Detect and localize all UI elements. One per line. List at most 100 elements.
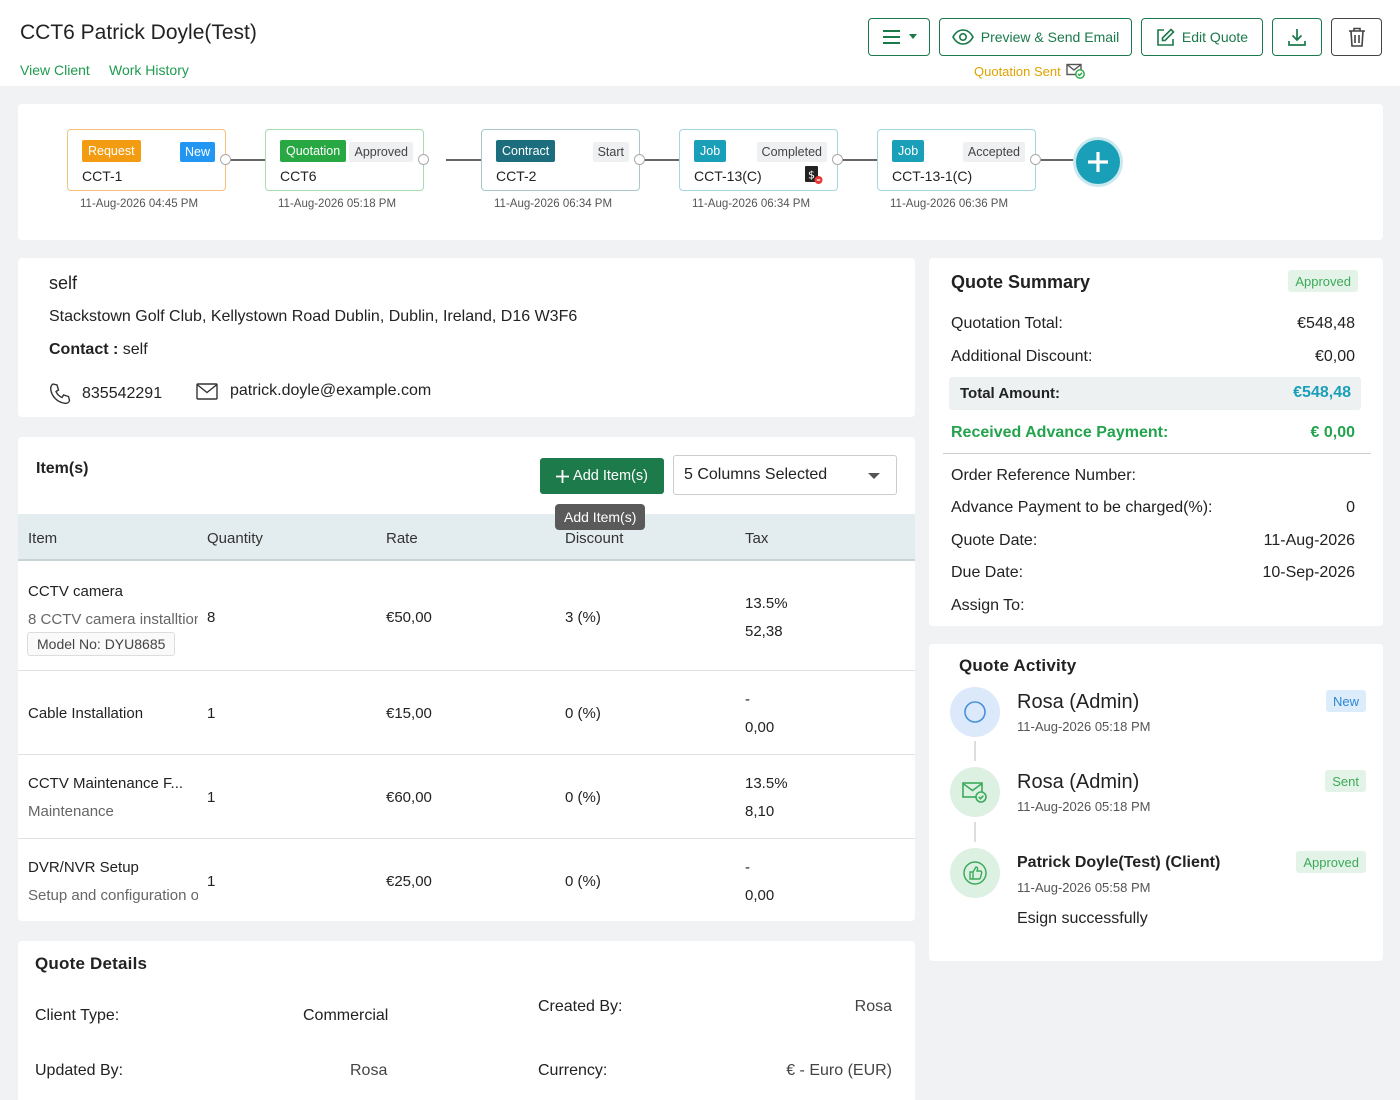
stage-quotation[interactable]: Quotation Approved CCT6 — [265, 129, 429, 191]
table-row[interactable]: CCTV Maintenance F... Maintenance 1 €60,… — [18, 755, 915, 839]
quotation-sent-status: Quotation Sent — [974, 63, 1085, 79]
table-row[interactable]: CCTV camera 8 CCTV camera installtion Mo… — [18, 563, 915, 671]
caret-down-icon — [868, 473, 880, 479]
table-row[interactable]: Cable Installation 1 €15,00 0 (%) - 0,00 — [18, 671, 915, 755]
quotation-sent-label: Quotation Sent — [974, 63, 1061, 79]
stage-date: 11-Aug-2026 06:34 PM — [692, 198, 811, 210]
currency-value: € - Euro (EUR) — [786, 1062, 892, 1079]
updated-by-value: Rosa — [350, 1062, 388, 1079]
stage-request[interactable]: Request New CCT-1 — [67, 129, 231, 191]
item-discount: 0 (%) — [565, 789, 601, 806]
stage-code: CCT-1 — [82, 168, 123, 184]
work-history-link[interactable]: Work History — [109, 62, 189, 78]
download-icon — [1288, 29, 1306, 46]
stage-job-accepted[interactable]: Job Accepted CCT-13-1(C) — [877, 129, 1041, 191]
page-header: CCT6 Patrick Doyle(Test) View Client Wor… — [0, 0, 1400, 86]
trash-icon — [1348, 27, 1365, 47]
download-button[interactable] — [1272, 18, 1322, 56]
additional-discount-label: Additional Discount: — [951, 348, 1093, 365]
column-header-item: Item — [28, 530, 58, 547]
quote-activity-title: Quote Activity — [959, 656, 1077, 675]
client-phone[interactable]: 835542291 — [48, 382, 162, 406]
timeline-connector — [842, 159, 879, 161]
workflow-timeline: Request New CCT-1 11-Aug-2026 04:45 PM Q… — [18, 104, 1383, 240]
edit-quote-button[interactable]: Edit Quote — [1141, 18, 1263, 56]
add-items-button[interactable]: Add Item(s) — [540, 458, 664, 494]
stage-date: 11-Aug-2026 04:45 PM — [80, 198, 199, 210]
mail-check-icon — [962, 782, 987, 803]
status-badge: Approved — [1288, 270, 1358, 292]
quote-details-card: Quote Details Client Type: Commercial Cr… — [18, 941, 915, 1100]
stage-contract[interactable]: Contract Start CCT-2 — [481, 129, 645, 191]
preview-send-email-button[interactable]: Preview & Send Email — [939, 18, 1132, 56]
quote-details-title: Quote Details — [35, 954, 148, 973]
thumbs-up-icon — [963, 861, 987, 885]
stage-connector-dot — [220, 154, 231, 165]
item-tax-amount: 8,10 — [745, 803, 775, 820]
activity-note: Esign successfully — [1017, 910, 1148, 927]
contact-value: self — [118, 341, 148, 358]
additional-discount-value: €0,00 — [1314, 348, 1355, 365]
stage-tag: Job — [892, 140, 925, 162]
client-info-card: self Stackstown Golf Club, Kellystown Ro… — [18, 258, 915, 417]
quotation-total-value: €548,48 — [1297, 315, 1355, 332]
stage-job-completed[interactable]: Job Completed CCT-13(C) $ — [679, 129, 843, 191]
activity-new-circle — [950, 687, 1000, 737]
stage-date: 11-Aug-2026 05:18 PM — [278, 198, 397, 210]
stage-code: CCT-2 — [496, 168, 537, 184]
activity-badge-approved: Approved — [1296, 851, 1366, 873]
activity-time: 11-Aug-2026 05:58 PM — [1017, 880, 1151, 895]
activity-sent-circle — [950, 767, 1000, 817]
edit-icon — [1157, 27, 1175, 46]
columns-select[interactable]: 5 Columns Selected — [673, 455, 897, 495]
stage-connector-dot — [832, 154, 843, 165]
client-phone-number: 835542291 — [82, 385, 163, 402]
add-items-label: Add Item(s) — [573, 468, 648, 484]
item-tax-amount: 52,38 — [745, 623, 783, 640]
item-tax-rate: - — [745, 691, 750, 708]
quote-date-label: Quote Date: — [951, 532, 1038, 549]
timeline-connector — [1040, 159, 1078, 161]
item-name: DVR/NVR Setup — [28, 859, 139, 876]
stage-connector-dot — [1030, 154, 1041, 165]
hamburger-icon — [882, 30, 900, 44]
client-type-label: Client Type: — [35, 1007, 120, 1024]
client-contact: Contact : self — [49, 341, 148, 359]
mail-icon — [196, 382, 218, 400]
item-quantity: 8 — [207, 609, 216, 626]
assign-to-label: Assign To: — [951, 597, 1025, 614]
phone-icon — [49, 383, 71, 405]
delete-button[interactable] — [1331, 18, 1382, 56]
advance-payment-value: € 0,00 — [1310, 424, 1355, 441]
stage-status-badge: Start — [592, 142, 629, 162]
stage-connector-dot — [418, 154, 429, 165]
advance-payment-label: Received Advance Payment: — [951, 424, 1169, 441]
table-row[interactable]: DVR/NVR Setup Setup and configuration of… — [18, 839, 915, 921]
column-header-discount: Discount — [565, 530, 624, 547]
stage-date: 11-Aug-2026 06:36 PM — [890, 198, 1009, 210]
mail-check-icon — [1066, 63, 1085, 79]
due-date-value: 10-Sep-2026 — [1262, 564, 1355, 581]
stage-status-badge: Accepted — [962, 142, 1025, 162]
add-stage-button[interactable] — [1076, 140, 1120, 184]
view-client-link[interactable]: View Client — [20, 62, 90, 78]
item-discount: 0 (%) — [565, 873, 601, 890]
client-name: self — [49, 273, 78, 293]
client-email[interactable]: patrick.doyle@example.com — [196, 382, 431, 400]
stage-code: CCT-13(C) — [694, 168, 762, 184]
circle-icon — [964, 701, 986, 723]
invoice-dollar-icon: $ — [805, 166, 823, 184]
item-quantity: 1 — [207, 789, 216, 806]
item-rate: €60,00 — [386, 789, 432, 806]
stage-tag: Contract — [496, 140, 556, 162]
total-amount-value: €548,48 — [1293, 384, 1351, 401]
item-description: 8 CCTV camera installtion — [28, 611, 198, 628]
stage-tag: Job — [694, 140, 727, 162]
stage-connector-dot — [634, 154, 645, 165]
activity-user-name: Rosa (Admin) — [1017, 691, 1140, 713]
contact-label: Contact : — [49, 341, 119, 358]
quotation-total-label: Quotation Total: — [951, 315, 1063, 332]
item-tax-amount: 0,00 — [745, 719, 775, 736]
item-quantity: 1 — [207, 705, 216, 722]
menu-dropdown-button[interactable] — [868, 18, 930, 56]
